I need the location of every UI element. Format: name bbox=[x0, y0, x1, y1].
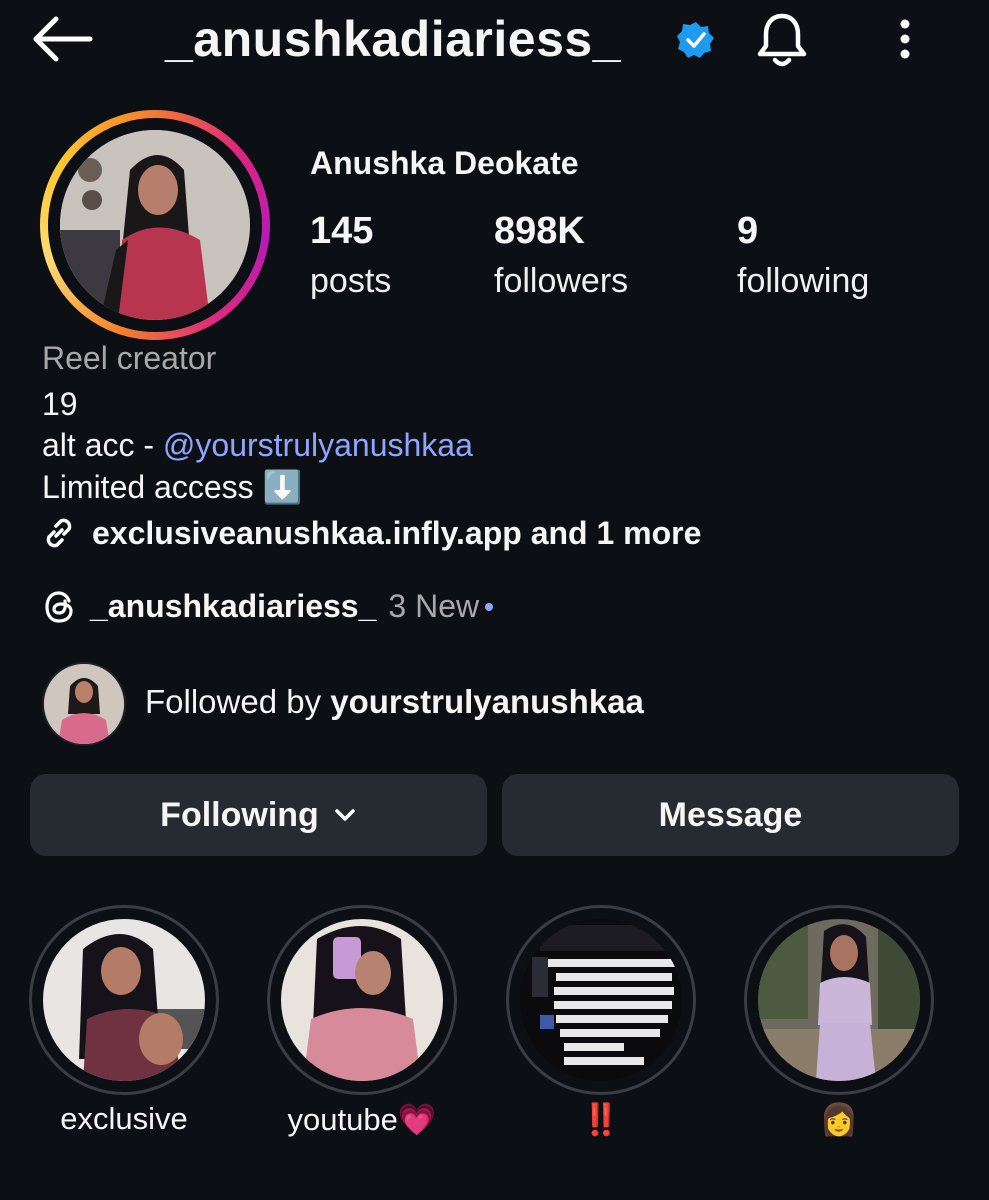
followed-by-username[interactable]: yourstrulyanushkaa bbox=[330, 683, 644, 720]
highlight-label: exclusive bbox=[60, 1101, 188, 1136]
posts-count[interactable]: 145 bbox=[310, 210, 373, 253]
highlight-label: youtube💗 bbox=[287, 1102, 437, 1137]
following-button[interactable]: Following bbox=[30, 774, 487, 856]
bio-alt-account: alt acc - @yourstrulyanushkaa bbox=[42, 427, 473, 464]
threads-username[interactable]: _anushkadiariess_ bbox=[90, 588, 376, 625]
threads-new-count: 3 New bbox=[388, 588, 480, 624]
profile-username-title: _anushkadiariess_ bbox=[165, 11, 621, 67]
followed-by-text[interactable]: Followed by yourstrulyanushkaa bbox=[145, 683, 644, 721]
bio-link-text[interactable]: exclusiveanushkaa.infly.app and 1 more bbox=[92, 515, 701, 552]
highlight-cover bbox=[758, 919, 920, 1081]
bio-alt-prefix: alt acc - bbox=[42, 427, 163, 463]
back-arrow-icon[interactable] bbox=[30, 14, 94, 64]
followed-by-prefix: Followed by bbox=[145, 683, 331, 720]
bio-link[interactable]: exclusiveanushkaa.infly.app and 1 more bbox=[40, 514, 701, 552]
message-button-label: Message bbox=[658, 795, 803, 834]
alt-account-mention-link[interactable]: @yourstrulyanushkaa bbox=[163, 427, 473, 463]
threads-new-dot bbox=[485, 602, 494, 611]
highlight-cover bbox=[43, 919, 205, 1081]
following-count[interactable]: 9 bbox=[737, 210, 758, 253]
highlight-label: ‼️ bbox=[581, 1102, 621, 1137]
profile-avatar[interactable] bbox=[60, 130, 250, 320]
posts-label[interactable]: posts bbox=[310, 262, 391, 301]
verified-badge-icon bbox=[676, 20, 716, 60]
profile-category: Reel creator bbox=[42, 340, 217, 376]
mutual-follower-avatar[interactable] bbox=[42, 662, 126, 746]
following-label[interactable]: following bbox=[737, 262, 869, 301]
bio-line: Limited access ⬇️ bbox=[42, 469, 303, 505]
threads-badge[interactable]: _anushkadiariess_ 3 New bbox=[42, 588, 494, 625]
bell-icon[interactable] bbox=[752, 10, 812, 70]
message-button[interactable]: Message bbox=[502, 774, 959, 856]
bio-line: 19 bbox=[42, 386, 78, 422]
followers-count[interactable]: 898K bbox=[494, 210, 585, 253]
chevron-down-icon bbox=[335, 809, 355, 821]
following-button-label: Following bbox=[160, 795, 319, 834]
profile-full-name: Anushka Deokate bbox=[310, 145, 579, 181]
highlight-label: 👩 bbox=[819, 1102, 859, 1137]
highlight-cover bbox=[520, 919, 682, 1081]
threads-icon bbox=[45, 590, 73, 623]
followers-label[interactable]: followers bbox=[494, 262, 628, 301]
link-icon bbox=[46, 518, 72, 548]
highlight-cover bbox=[281, 919, 443, 1081]
more-vertical-icon[interactable] bbox=[888, 14, 922, 64]
